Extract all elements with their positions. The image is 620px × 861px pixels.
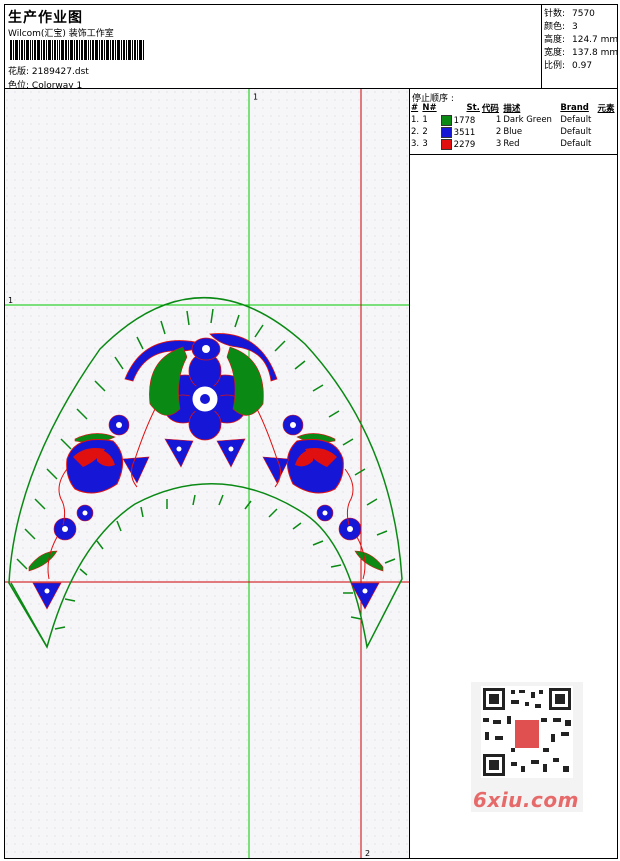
stat-stitches: 针数: 7570 [544, 9, 595, 19]
qr-code-icon [481, 686, 573, 778]
col-brand: Brand [560, 103, 589, 113]
design-stats: 针数: 7570 颜色: 3 高度: 124.7 mm 宽度: 137.8 mm 比例:… [541, 4, 618, 88]
page-title: 生产作业图 [8, 10, 83, 26]
embroidery-preview: 1 1 2 [5, 89, 409, 858]
stat-width: 宽度: 137.8 mm [544, 48, 619, 58]
col-description: 描述 [503, 104, 521, 114]
design-file: 花版: 2189427.dst [8, 67, 89, 77]
col-element: 元素 [597, 104, 615, 114]
barcode [10, 40, 144, 60]
table-divider [410, 154, 618, 155]
stop-table-header: # N# St. 代码 描述 Brand 元素 [410, 102, 618, 114]
col-index: # [411, 103, 419, 113]
watermark-text: 6xiu.com [473, 788, 579, 812]
left-fan-flower [66, 439, 124, 494]
color-swatch-blue [440, 126, 452, 138]
marker-green-v: 1 [253, 93, 258, 102]
col-code: 代码 [481, 104, 499, 114]
table-row[interactable]: 2. 2 3511 2 Blue Default [410, 126, 618, 138]
marker-red-v: 2 [365, 849, 370, 858]
design-canvas[interactable]: 1 1 2 [5, 89, 409, 858]
col-stitches: St. [466, 103, 480, 113]
table-row[interactable]: 1. 1 1778 1 Dark Green Default [410, 114, 618, 126]
table-row[interactable]: 3. 3 2279 3 Red Default [410, 138, 618, 150]
col-n: N# [422, 103, 437, 113]
marker-green-h: 1 [8, 296, 13, 305]
right-fan-flower [286, 439, 344, 494]
stat-scale: 比例: 0.97 [544, 61, 593, 71]
design-file-name: 2189427.dst [31, 67, 89, 77]
worksheet-header: 生产作业图 Wilcom(汇宝) 装饰工作室 花版: 2189427.dst 色… [4, 4, 541, 91]
company-name: Wilcom(汇宝) 装饰工作室 [8, 29, 114, 39]
stat-colors: 颜色: 3 [544, 22, 578, 32]
stop-sequence-table: # N# St. 代码 描述 Brand 元素 1. 1 1778 1 Dark… [410, 102, 618, 150]
stat-height: 高度: 124.7 mm [544, 35, 619, 45]
color-swatch-red [440, 138, 452, 150]
color-swatch-dark-green [440, 114, 452, 126]
